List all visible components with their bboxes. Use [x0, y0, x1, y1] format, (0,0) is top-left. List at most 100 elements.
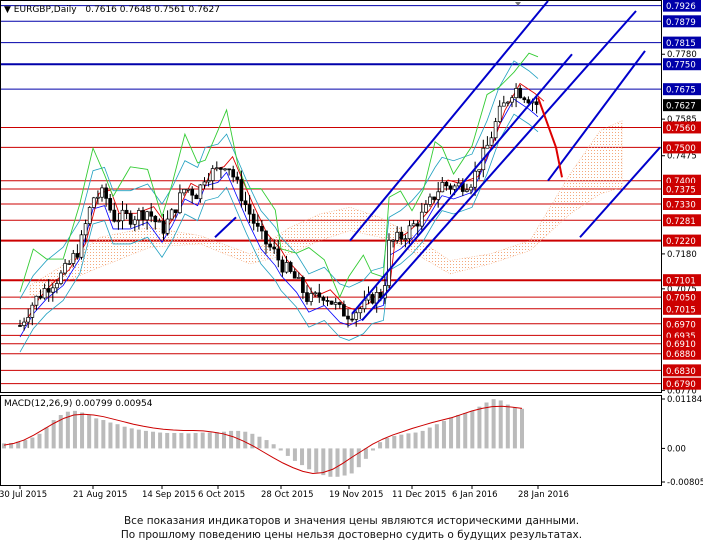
- candle-body: [251, 213, 256, 224]
- candle-body: [42, 288, 47, 299]
- time-tick-label: 28 Jan 2016: [518, 490, 569, 500]
- candle-body: [321, 296, 326, 301]
- candle-body: [296, 277, 301, 279]
- candle-body: [50, 287, 55, 293]
- time-tick-label: 21 Aug 2015: [73, 490, 127, 500]
- price-level-label: 0.7101: [666, 277, 696, 287]
- candle-body: [329, 300, 334, 305]
- triangle-down-icon: ▼: [4, 5, 11, 15]
- macd-bar: [399, 434, 404, 449]
- price-level-label: 0.7879: [666, 18, 696, 28]
- candle-body: [432, 196, 436, 200]
- macd-title: MACD(12,26,9) 0.00799 0.00954: [4, 399, 153, 409]
- candle-body: [145, 211, 149, 221]
- macd-bar: [378, 442, 383, 449]
- price-level-label: 0.7815: [666, 39, 696, 49]
- candle-body: [288, 262, 293, 272]
- macd-bar: [136, 429, 141, 449]
- candle-body: [268, 243, 272, 248]
- time-tick-label: 11 Dec 2015: [392, 490, 446, 500]
- macd-bar: [307, 448, 312, 470]
- candle-body: [161, 220, 166, 234]
- candle-body: [116, 220, 121, 223]
- time-tick-label: 6 Jan 2016: [452, 490, 498, 500]
- candle-body: [387, 240, 391, 286]
- disclaimer-line-1: Все показания индикаторов и значения цен…: [123, 515, 580, 527]
- candle-body: [411, 223, 416, 227]
- candle-body: [247, 204, 252, 215]
- time-tick-label: 14 Sep 2015: [142, 490, 196, 500]
- macd-bar: [278, 448, 283, 451]
- candle-body: [26, 317, 31, 323]
- macd-bar: [392, 435, 397, 449]
- candle-body: [506, 101, 510, 104]
- macd-bar: [122, 426, 127, 449]
- candle-body: [403, 238, 408, 241]
- candle-body: [202, 181, 207, 186]
- candle-body: [309, 293, 313, 302]
- candle-body: [465, 189, 469, 192]
- chart-ohlc: 0.7616 0.7648 0.7561 0.7627: [85, 5, 220, 15]
- macd-bar: [87, 415, 92, 449]
- macd-bar: [72, 410, 77, 449]
- candle-body: [149, 211, 154, 217]
- macd-bar: [165, 432, 170, 449]
- candle-body: [46, 288, 51, 293]
- macd-bar: [129, 428, 134, 449]
- candle-body: [346, 315, 350, 320]
- candle-body: [34, 295, 39, 306]
- candle-body: [477, 169, 482, 172]
- candle-body: [22, 321, 26, 326]
- price-level-label: 0.6830: [666, 367, 696, 377]
- candle-body: [132, 219, 137, 225]
- candle-body: [272, 246, 277, 250]
- macd-bar: [285, 448, 290, 456]
- macd-bar: [449, 417, 454, 449]
- candle-body: [419, 211, 424, 227]
- candle-body: [350, 318, 354, 321]
- candle-body: [120, 209, 125, 222]
- macd-bar: [200, 432, 205, 449]
- macd-bar: [356, 448, 361, 468]
- candle-body: [407, 225, 412, 240]
- macd-bar: [143, 430, 148, 449]
- candle-body: [493, 121, 498, 139]
- candle-body: [239, 179, 244, 202]
- candle-body: [157, 220, 162, 223]
- macd-bar: [2, 443, 6, 449]
- macd-bar: [30, 437, 35, 449]
- candle-body: [75, 253, 80, 258]
- candle-body: [210, 168, 215, 181]
- candle-body: [276, 248, 281, 261]
- macd-bar: [427, 427, 432, 449]
- macd-bar: [193, 432, 198, 449]
- candle-body: [38, 295, 43, 299]
- macd-bar: [456, 415, 461, 449]
- macd-bar: [37, 433, 42, 449]
- macd-bar: [321, 448, 326, 476]
- price-level-label: 0.6880: [666, 350, 696, 360]
- candle-body: [448, 185, 453, 190]
- candle-body: [30, 304, 35, 318]
- candle-body: [153, 215, 158, 223]
- candle-body: [128, 213, 133, 225]
- macd-bar: [207, 432, 212, 449]
- candle-body: [485, 144, 490, 149]
- candle-body: [112, 209, 117, 222]
- candle-body: [333, 302, 338, 305]
- macd-bar: [520, 408, 524, 449]
- eurgbp-daily-chart: 0.77800.75850.74750.71800.70750.67700.79…: [0, 0, 703, 510]
- macd-bar: [44, 427, 49, 449]
- candle-body: [436, 191, 441, 200]
- candle-body: [518, 88, 523, 99]
- macd-bar: [477, 406, 482, 449]
- macd-bar: [498, 400, 503, 449]
- candle-body: [395, 231, 400, 241]
- candle-body: [399, 231, 404, 240]
- candle-body: [18, 325, 22, 327]
- candle-body: [194, 194, 199, 200]
- candle-body: [137, 210, 141, 221]
- macd-bar: [172, 432, 177, 449]
- time-tick-label: 6 Oct 2015: [198, 490, 245, 500]
- price-tick-label: 0.7180: [667, 250, 697, 260]
